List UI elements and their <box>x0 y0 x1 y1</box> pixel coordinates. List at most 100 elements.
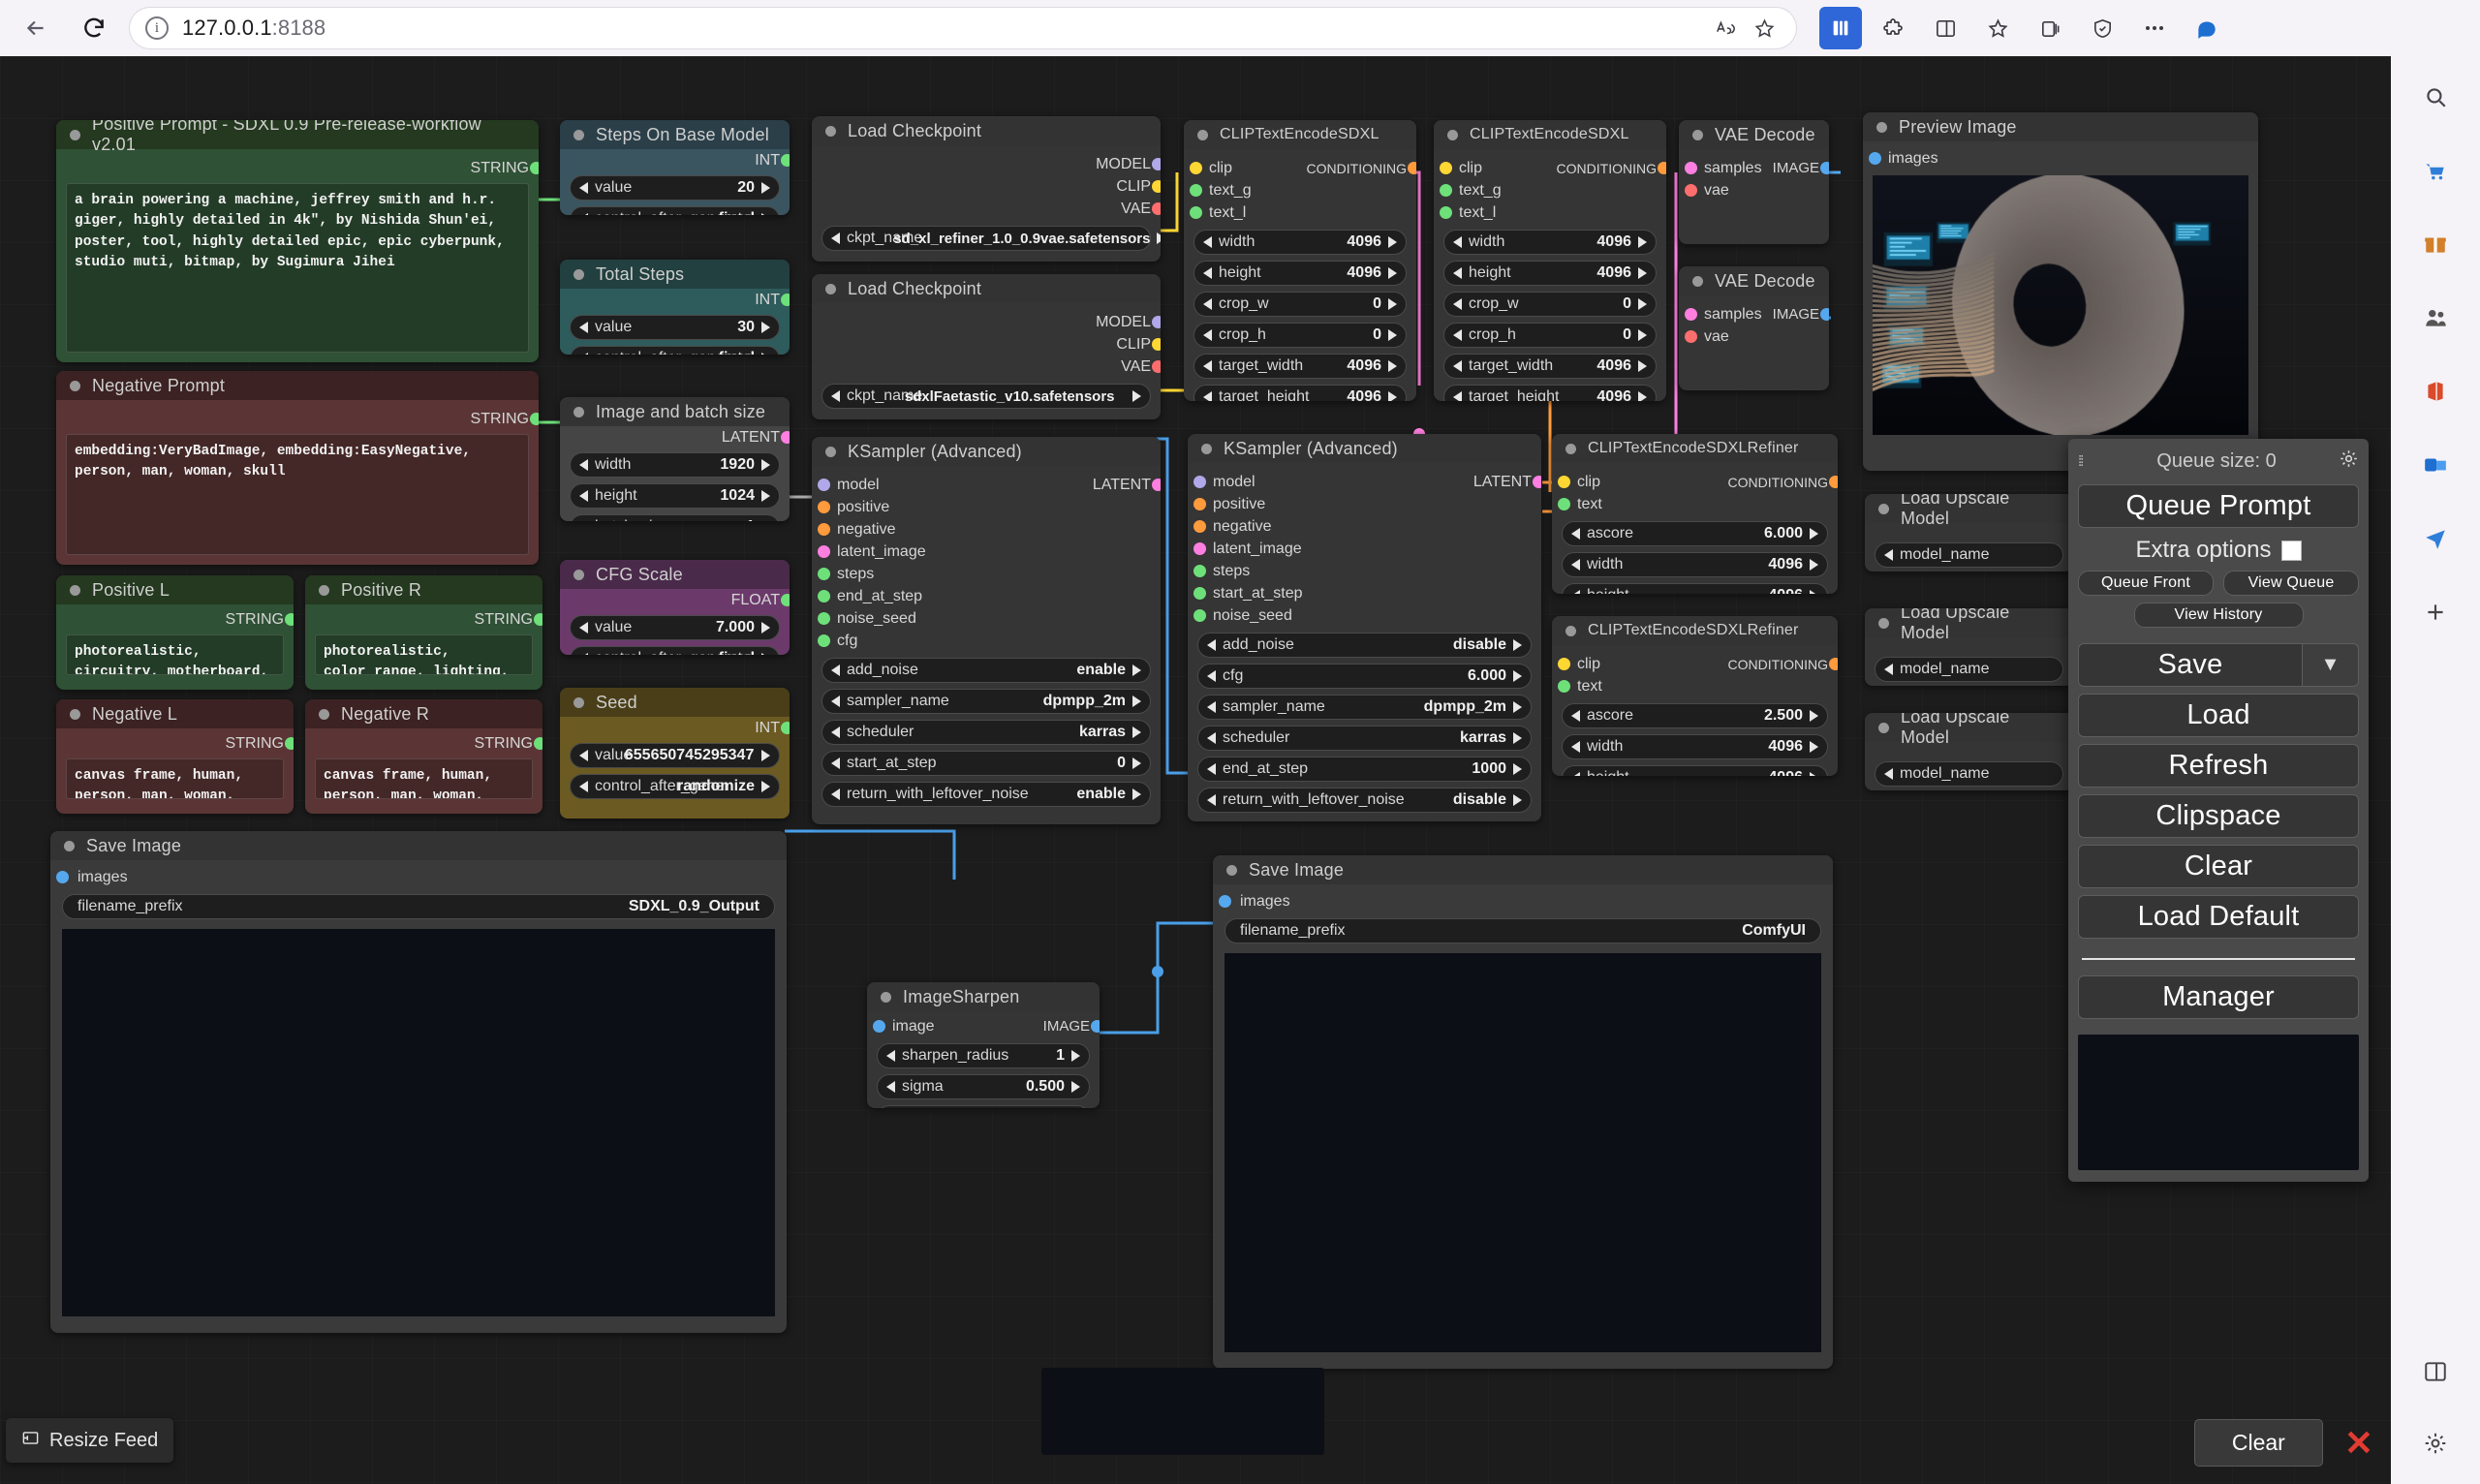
port-dot[interactable] <box>781 431 790 444</box>
widget-control-after-generate[interactable]: control_after_generate fixed <box>570 206 780 215</box>
port-dot[interactable] <box>818 590 830 603</box>
port-dot[interactable] <box>1829 658 1838 670</box>
collapse-dot-icon[interactable] <box>1447 130 1458 140</box>
search-icon[interactable] <box>2408 70 2463 124</box>
widget-width[interactable]: width 4096 <box>1562 734 1828 759</box>
widget-add-noise[interactable]: add_noise enable <box>822 658 1151 683</box>
increment-arrow-icon[interactable] <box>761 459 770 471</box>
widget-sharpen-radius[interactable]: sharpen_radius 1 <box>877 1043 1090 1068</box>
port-dot[interactable] <box>818 523 830 536</box>
port-dot[interactable] <box>1194 609 1206 622</box>
increment-arrow-icon[interactable] <box>1071 1081 1080 1093</box>
port-dot[interactable] <box>1829 476 1838 488</box>
input-text-g[interactable]: text_g <box>1194 179 1407 201</box>
node-title[interactable]: Preview Image <box>1863 112 2258 141</box>
port-dot[interactable] <box>818 612 830 625</box>
node-seed[interactable]: Seed INT value 655650745295347 control_a… <box>560 688 790 819</box>
increment-arrow-icon[interactable] <box>1513 763 1522 775</box>
menu-image-preview[interactable] <box>2078 1035 2359 1170</box>
increment-arrow-icon[interactable] <box>1638 298 1647 310</box>
widget-value[interactable]: value 30 <box>570 315 780 340</box>
input-latent-image[interactable]: latent_image <box>822 541 1151 563</box>
decrement-arrow-icon[interactable] <box>579 322 588 333</box>
collapse-dot-icon[interactable] <box>574 570 584 580</box>
save-button[interactable]: Save <box>2078 643 2303 687</box>
node-title[interactable]: Seed <box>560 688 790 717</box>
widget-sigma[interactable]: sigma 0.500 <box>877 1074 1090 1099</box>
port-dot[interactable] <box>781 294 790 306</box>
decrement-arrow-icon[interactable] <box>579 750 588 761</box>
clear-feed-button[interactable]: Clear <box>2194 1419 2323 1467</box>
widget-width[interactable]: width 4096 <box>1443 230 1657 255</box>
port-dot[interactable] <box>1533 476 1541 488</box>
decrement-arrow-icon[interactable] <box>831 696 840 707</box>
output-float[interactable]: FLOAT <box>570 591 780 609</box>
widget-ckpt-name[interactable]: ckpt_name sd_xl_refiner_1.0_0.9vae.safet… <box>822 226 1151 251</box>
decrement-arrow-icon[interactable] <box>1207 763 1216 775</box>
widget-alpha[interactable]: alpha 0.400 <box>877 1105 1090 1108</box>
port-dot[interactable] <box>873 1020 885 1033</box>
manager-button[interactable]: Manager <box>2078 975 2359 1019</box>
output-string[interactable]: STRING <box>66 157 529 179</box>
node-title[interactable]: Save Image <box>1213 855 1833 884</box>
collapse-dot-icon[interactable] <box>825 126 836 137</box>
port-dot[interactable] <box>781 594 790 606</box>
node-load-upscale-model-1[interactable]: Load Upscale Model model_name <box>1865 494 2073 572</box>
collapse-dot-icon[interactable] <box>825 284 836 294</box>
collapse-dot-icon[interactable] <box>1566 626 1576 636</box>
decrement-arrow-icon[interactable] <box>1571 559 1580 571</box>
increment-arrow-icon[interactable] <box>1071 1050 1080 1062</box>
increment-arrow-icon[interactable] <box>761 781 770 792</box>
saved-image-thumbnail[interactable] <box>1224 953 1821 1352</box>
port-dot[interactable] <box>1194 520 1206 533</box>
split-view-icon[interactable] <box>1819 7 1862 49</box>
saved-image-thumbnail[interactable] <box>62 929 775 1316</box>
collapse-dot-icon[interactable] <box>70 381 80 391</box>
split-screen-icon[interactable] <box>2408 1345 2463 1399</box>
decrement-arrow-icon[interactable] <box>1203 391 1212 401</box>
decrement-arrow-icon[interactable] <box>1571 741 1580 753</box>
increment-arrow-icon[interactable] <box>1513 670 1522 682</box>
increment-arrow-icon[interactable] <box>761 490 770 502</box>
node-title[interactable]: Load Checkpoint <box>812 116 1161 145</box>
input-steps[interactable]: steps <box>1197 560 1532 582</box>
collapse-dot-icon[interactable] <box>1201 444 1212 454</box>
port-dot[interactable] <box>1152 158 1161 170</box>
decrement-arrow-icon[interactable] <box>1453 236 1462 248</box>
increment-arrow-icon[interactable] <box>1513 639 1522 651</box>
widget-cfg[interactable]: cfg 6.000 <box>1197 664 1532 689</box>
increment-arrow-icon[interactable] <box>1132 727 1141 738</box>
view-history-button[interactable]: View History <box>2134 603 2304 628</box>
port-dot[interactable] <box>1558 498 1570 510</box>
increment-arrow-icon[interactable] <box>761 622 770 634</box>
decrement-arrow-icon[interactable] <box>1207 639 1216 651</box>
more-options-icon[interactable] <box>2133 7 2176 49</box>
clipspace-button[interactable]: Clipspace <box>2078 794 2359 838</box>
decrement-arrow-icon[interactable] <box>886 1050 895 1062</box>
output-int[interactable]: INT <box>570 151 780 170</box>
output-string[interactable]: STRING <box>315 732 533 755</box>
port-dot[interactable] <box>818 568 830 580</box>
feed-thumbnail[interactable] <box>1041 1368 1324 1455</box>
increment-arrow-icon[interactable] <box>1132 696 1141 707</box>
input-positive[interactable]: positive <box>1197 493 1532 515</box>
increment-arrow-icon[interactable] <box>1388 391 1397 401</box>
comfy-menu[interactable]: ⁞⁞ Queue size: 0 Queue Prompt Extra opti… <box>2068 439 2369 1182</box>
load-button[interactable]: Load <box>2078 694 2359 737</box>
node-title[interactable]: Negative L <box>56 699 294 728</box>
port-dot[interactable] <box>530 162 539 174</box>
increment-arrow-icon[interactable] <box>1388 360 1397 372</box>
node-title[interactable]: Image and batch size <box>560 397 790 426</box>
port-dot[interactable] <box>781 154 790 167</box>
port-dot[interactable] <box>1685 308 1697 321</box>
port-dot[interactable] <box>781 722 790 734</box>
decrement-arrow-icon[interactable] <box>579 653 588 655</box>
output-vae[interactable]: VAE <box>822 356 1151 378</box>
prompt-textarea[interactable]: canvas frame, human, person, man, woman,… <box>66 758 284 799</box>
output-clip[interactable]: CLIP <box>822 175 1151 198</box>
widget-filename-prefix[interactable]: filename_prefix ComfyUI <box>1224 918 1821 943</box>
browser-essentials-icon[interactable] <box>2081 7 2124 49</box>
output-string[interactable]: STRING <box>66 608 284 631</box>
settings-icon[interactable] <box>2408 1416 2463 1470</box>
node-title[interactable]: Load Upscale Model <box>1865 713 2073 742</box>
